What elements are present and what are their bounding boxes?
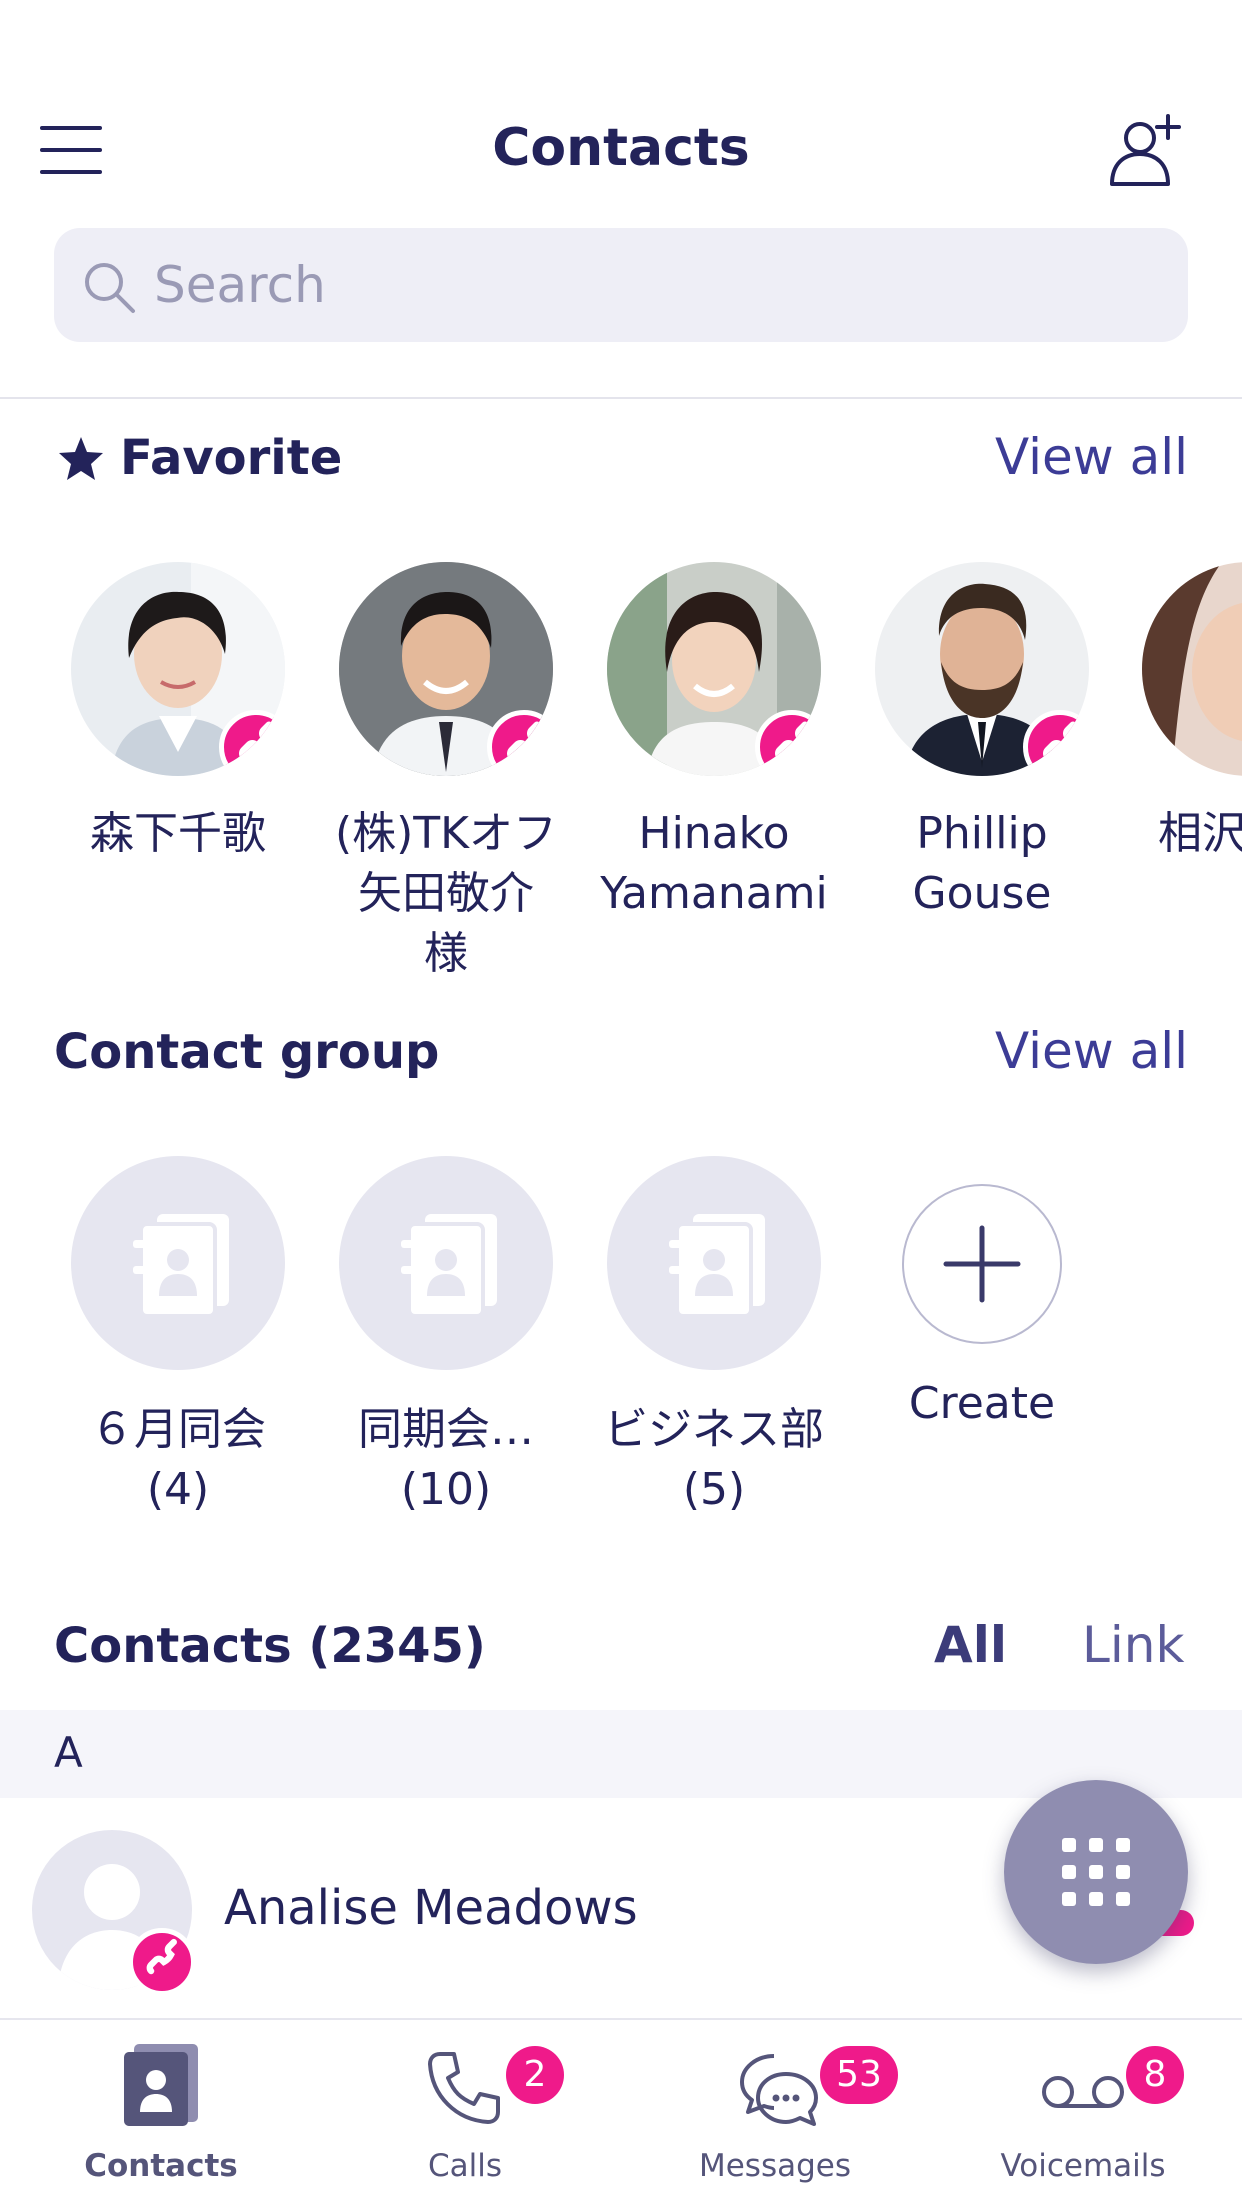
page-title: Contacts <box>492 118 750 178</box>
favorites-view-all-link[interactable]: View all <box>995 428 1188 486</box>
create-label: Create <box>908 1378 1056 1429</box>
favorite-contact[interactable] <box>1142 562 1242 776</box>
dialpad-icon <box>1062 1838 1130 1906</box>
phone-icon <box>219 710 285 776</box>
bottom-tab-bar: Contacts 2 Calls 53 Messages 8 Voicemail… <box>0 2018 1242 2210</box>
voicemail-icon <box>1040 2072 1126 2116</box>
add-contact-icon[interactable] <box>1108 112 1184 190</box>
avatar <box>71 562 285 776</box>
contacts-tab-icon <box>120 2042 202 2132</box>
contact-group-title: Contact group <box>54 1024 440 1080</box>
tab-voicemails[interactable]: 8 Voicemails <box>928 2020 1238 2210</box>
contact-group[interactable]: ビジネス部 (5) <box>580 1156 848 1520</box>
calls-count-badge: 2 <box>506 2046 564 2104</box>
contact-group[interactable]: ６月同会 (4) <box>44 1156 312 1520</box>
phone-icon <box>424 2048 504 2132</box>
favorite-name: 森下千歌 <box>90 808 266 859</box>
favorite-name: Phillip Gouse <box>912 808 1052 919</box>
tab-calls[interactable]: 2 Calls <box>310 2020 620 2210</box>
search-placeholder: Search <box>154 256 326 314</box>
chat-bubbles-icon <box>738 2050 822 2134</box>
section-letter: A <box>54 1728 83 1777</box>
favorite-name: 相沢 <box>1158 808 1242 859</box>
address-book-icon <box>339 1156 553 1370</box>
filter-all-tab[interactable]: All <box>934 1616 1007 1674</box>
favorite-contact[interactable]: (株)TKオフ 矢田敬介様 <box>312 562 580 984</box>
search-input[interactable]: Search <box>54 228 1188 342</box>
messages-count-badge: 53 <box>820 2046 898 2104</box>
filter-link-tab[interactable]: Link <box>1082 1616 1184 1674</box>
phone-icon <box>755 710 821 776</box>
phone-icon <box>487 710 553 776</box>
tab-label: Contacts <box>84 2148 238 2184</box>
divider <box>0 397 1242 399</box>
group-name: 同期会… (10) <box>358 1404 534 1515</box>
contact-name: Analise Meadows <box>224 1880 638 1936</box>
phone-icon <box>1023 710 1089 776</box>
dialpad-button[interactable] <box>1004 1780 1188 1964</box>
avatar <box>1142 562 1242 776</box>
group-name: ビジネス部 (5) <box>604 1404 824 1515</box>
favorite-contact[interactable]: 森下千歌 <box>44 562 312 864</box>
plus-icon <box>902 1184 1062 1344</box>
tab-label: Calls <box>427 2148 503 2184</box>
favorite-name: (株)TKオフ 矢田敬介様 <box>334 808 558 979</box>
tab-messages[interactable]: 53 Messages <box>620 2020 930 2210</box>
address-book-icon <box>607 1156 821 1370</box>
favorite-star-icon <box>56 434 106 488</box>
avatar <box>339 562 553 776</box>
avatar <box>607 562 821 776</box>
phone-icon <box>128 1928 196 1996</box>
contacts-title: Contacts (2345) <box>54 1618 486 1674</box>
create-group-button[interactable]: Create <box>848 1156 1116 1434</box>
group-name: ６月同会 (4) <box>90 1404 266 1515</box>
favorite-contact[interactable]: Hinako Yamanami <box>580 562 848 924</box>
address-book-icon <box>71 1156 285 1370</box>
tab-label: Messages <box>698 2148 852 2184</box>
contact-group[interactable]: 同期会… (10) <box>312 1156 580 1520</box>
tab-label: Voicemails <box>1000 2148 1166 2184</box>
tab-contacts[interactable]: Contacts <box>6 2020 316 2210</box>
voicemails-count-badge: 8 <box>1126 2046 1184 2104</box>
groups-view-all-link[interactable]: View all <box>995 1022 1188 1080</box>
favorite-name: Hinako Yamanami <box>600 808 828 919</box>
search-icon <box>80 258 138 316</box>
favorite-contact[interactable]: Phillip Gouse <box>848 562 1116 924</box>
avatar <box>875 562 1089 776</box>
favorite-title: Favorite <box>120 430 343 486</box>
